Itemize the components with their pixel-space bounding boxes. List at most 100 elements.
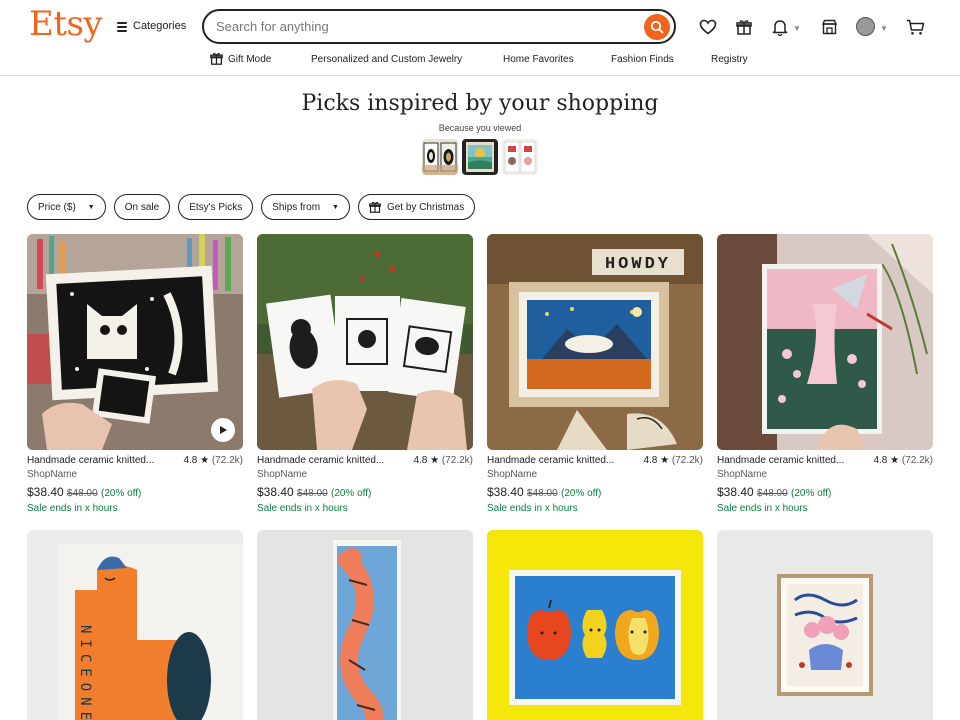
subnav-fashion-finds[interactable]: Fashion Finds xyxy=(611,54,674,65)
review-count: (72.2k) xyxy=(901,455,933,466)
price-row: $38.40 $48.00 (20% off) xyxy=(257,485,473,499)
filter-etsys-picks[interactable]: Etsy's Picks xyxy=(178,194,254,220)
gift-icon xyxy=(210,52,223,65)
product-rating: 4.8 ★ (72.2k) xyxy=(413,455,473,466)
search-bar xyxy=(202,9,676,44)
product-image[interactable] xyxy=(27,234,243,450)
discount-percent: (20% off) xyxy=(100,488,142,499)
filter-label: Ships from xyxy=(272,201,321,213)
product-title[interactable]: Handmade ceramic knitted... xyxy=(257,455,384,466)
filter-ships-from[interactable]: Ships from ▼ xyxy=(261,194,350,220)
shop-name[interactable]: ShopName xyxy=(27,469,243,480)
shop-manager-button[interactable] xyxy=(819,17,839,37)
viewed-item-thumbnail[interactable] xyxy=(422,139,458,175)
product-title[interactable]: Handmade ceramic knitted... xyxy=(487,455,614,466)
etsy-logo[interactable]: Etsy xyxy=(29,4,103,44)
star-icon: ★ xyxy=(660,455,670,466)
sale-price: $38.40 xyxy=(487,485,524,499)
chevron-down-icon: ▼ xyxy=(880,24,888,33)
product-card[interactable]: NICEONE xyxy=(27,530,243,720)
sale-ends-label: Sale ends in x hours xyxy=(717,503,808,514)
product-card[interactable]: Handmade ceramic knitted... 4.8 ★ (72.2k… xyxy=(257,234,473,514)
review-count: (72.2k) xyxy=(211,455,243,466)
product-card[interactable]: Handmade ceramic knitted... 4.8 ★ (72.2k… xyxy=(27,234,243,514)
viewed-item-thumbnail[interactable] xyxy=(502,139,538,175)
product-card[interactable]: Handmade ceramic knitted... 4.8 ★ (72.2k… xyxy=(717,234,933,514)
filter-label: Get by Christmas xyxy=(386,201,465,213)
price-row: $38.40 $48.00 (20% off) xyxy=(27,485,243,499)
viewed-items xyxy=(422,139,538,175)
cart-button[interactable] xyxy=(905,17,925,37)
gift-icon xyxy=(736,20,752,35)
shop-name[interactable]: ShopName xyxy=(717,469,933,480)
product-card[interactable] xyxy=(487,530,703,720)
discount-percent: (20% off) xyxy=(790,488,832,499)
shop-name[interactable]: ShopName xyxy=(257,469,473,480)
sub-navigation: Gift Mode Personalized and Custom Jewelr… xyxy=(0,52,960,70)
site-header: Etsy Categories ▼ ▼ Gift Mode Personaliz… xyxy=(0,0,960,76)
gift-icon xyxy=(369,201,381,213)
subnav-personalized-jewelry[interactable]: Personalized and Custom Jewelry xyxy=(311,54,462,65)
categories-button[interactable]: Categories xyxy=(117,20,186,32)
sale-price: $38.40 xyxy=(717,485,754,499)
product-image[interactable] xyxy=(257,530,473,720)
product-image[interactable]: NICEONE xyxy=(27,530,243,720)
search-icon xyxy=(650,20,664,33)
search-button[interactable] xyxy=(644,13,670,40)
product-image[interactable] xyxy=(717,530,933,720)
nice-one-text: NICEONE xyxy=(77,625,93,720)
filter-label: Etsy's Picks xyxy=(189,201,243,213)
rating-value: 4.8 xyxy=(183,455,198,466)
menu-icon xyxy=(117,21,127,32)
notifications-button[interactable] xyxy=(770,17,790,37)
original-price: $48.00 xyxy=(527,488,558,499)
subnav-gift-mode[interactable]: Gift Mode xyxy=(228,54,271,65)
search-input[interactable] xyxy=(216,19,644,34)
sale-ends-label: Sale ends in x hours xyxy=(27,503,118,514)
product-card[interactable] xyxy=(257,530,473,720)
star-icon: ★ xyxy=(200,455,210,466)
product-image[interactable] xyxy=(487,530,703,720)
product-image[interactable] xyxy=(257,234,473,450)
filter-label: Price ($) xyxy=(38,201,76,213)
product-card[interactable]: HOWDY Handmade ceramic knitted... 4.8 ★ … xyxy=(487,234,703,514)
product-rating: 4.8 ★ (72.2k) xyxy=(183,455,243,466)
product-meta: Handmade ceramic knitted... 4.8 ★ (72.2k… xyxy=(487,455,703,514)
viewed-item-thumbnail[interactable] xyxy=(462,139,498,175)
sale-price: $38.40 xyxy=(27,485,64,499)
categories-label: Categories xyxy=(133,20,187,32)
review-count: (72.2k) xyxy=(441,455,473,466)
avatar[interactable] xyxy=(856,17,875,36)
product-meta: Handmade ceramic knitted... 4.8 ★ (72.2k… xyxy=(717,455,933,514)
caret-down-icon: ▼ xyxy=(332,203,339,211)
price-row: $38.40 $48.00 (20% off) xyxy=(717,485,933,499)
filter-get-by-christmas[interactable]: Get by Christmas xyxy=(357,194,476,220)
product-title[interactable]: Handmade ceramic knitted... xyxy=(717,455,844,466)
shop-name[interactable]: ShopName xyxy=(487,469,703,480)
filter-on-sale[interactable]: On sale xyxy=(113,194,171,220)
discount-percent: (20% off) xyxy=(560,488,602,499)
product-title[interactable]: Handmade ceramic knitted... xyxy=(27,455,154,466)
page-title: Picks inspired by your shopping xyxy=(301,91,659,116)
bell-icon xyxy=(772,19,788,36)
gift-mode-button[interactable] xyxy=(734,17,754,37)
play-icon xyxy=(220,426,227,434)
play-video-button[interactable] xyxy=(211,418,235,442)
subnav-registry[interactable]: Registry xyxy=(711,54,748,65)
subnav-home-favorites[interactable]: Home Favorites xyxy=(503,54,574,65)
original-price: $48.00 xyxy=(297,488,328,499)
product-image[interactable] xyxy=(717,234,933,450)
discount-percent: (20% off) xyxy=(330,488,372,499)
product-image[interactable]: HOWDY xyxy=(487,234,703,450)
price-row: $38.40 $48.00 (20% off) xyxy=(487,485,703,499)
product-rating: 4.8 ★ (72.2k) xyxy=(643,455,703,466)
sale-ends-label: Sale ends in x hours xyxy=(487,503,578,514)
product-rating: 4.8 ★ (72.2k) xyxy=(873,455,933,466)
filter-price[interactable]: Price ($) ▼ xyxy=(27,194,106,220)
shop-icon xyxy=(821,19,837,35)
cart-icon xyxy=(906,19,924,35)
favorites-button[interactable] xyxy=(698,17,718,37)
star-icon: ★ xyxy=(890,455,900,466)
sale-price: $38.40 xyxy=(257,485,294,499)
product-card[interactable] xyxy=(717,530,933,720)
